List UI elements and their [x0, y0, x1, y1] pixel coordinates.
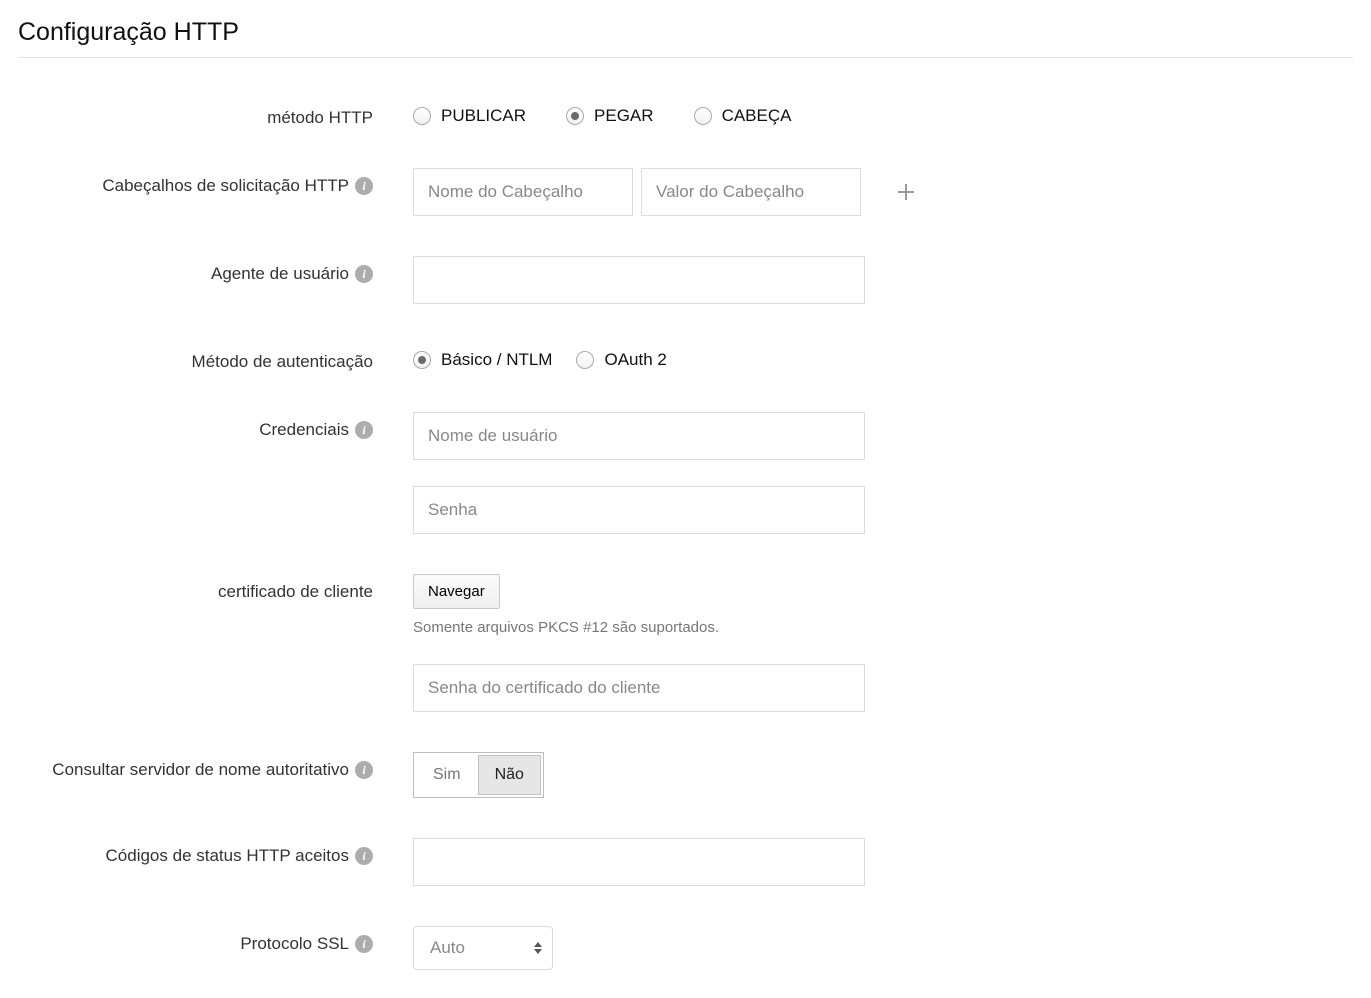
ssl-protocol-select[interactable]: Auto [413, 926, 553, 970]
page-title: Configuração HTTP [18, 18, 1353, 58]
header-value-input[interactable] [641, 168, 861, 216]
client-cert-hint: Somente arquivos PKCS #12 são suportados… [413, 619, 913, 636]
info-icon[interactable]: i [355, 847, 373, 865]
user-agent-input[interactable] [413, 256, 865, 304]
auth-method-label-text: Método de autenticação [192, 352, 373, 372]
http-method-head-option[interactable]: CABEÇA [694, 106, 792, 126]
http-headers-label: Cabeçalhos de solicitação HTTP i [18, 168, 413, 196]
client-cert-label-text: certificado de cliente [218, 582, 373, 602]
info-icon[interactable]: i [355, 935, 373, 953]
http-method-radio-group: PUBLICAR PEGAR CABEÇA [413, 100, 913, 126]
radio-label: Básico / NTLM [441, 350, 552, 370]
header-name-input[interactable] [413, 168, 633, 216]
radio-icon [694, 107, 712, 125]
radio-label: PEGAR [594, 106, 654, 126]
accepted-codes-input[interactable] [413, 838, 865, 886]
username-input[interactable] [413, 412, 865, 460]
plus-icon [897, 183, 915, 201]
radio-icon [576, 351, 594, 369]
client-cert-password-input[interactable] [413, 664, 865, 712]
accepted-codes-label-text: Códigos de status HTTP aceitos [106, 846, 349, 866]
user-agent-label-text: Agente de usuário [211, 264, 349, 284]
radio-icon [566, 107, 584, 125]
info-icon[interactable]: i [355, 265, 373, 283]
credentials-label: Credenciais i [18, 412, 413, 440]
authoritative-ns-label-text: Consultar servidor de nome autoritativo [52, 760, 349, 780]
radio-icon [413, 107, 431, 125]
select-caret-icon [534, 942, 542, 954]
http-headers-label-text: Cabeçalhos de solicitação HTTP [102, 176, 349, 196]
http-method-get-option[interactable]: PEGAR [566, 106, 654, 126]
auth-basic-option[interactable]: Básico / NTLM [413, 350, 552, 370]
ssl-protocol-label: Protocolo SSL i [18, 926, 413, 954]
radio-label: CABEÇA [722, 106, 792, 126]
authoritative-ns-yes[interactable]: Sim [416, 755, 478, 795]
ssl-protocol-selected: Auto [430, 938, 465, 958]
http-method-label-text: método HTTP [267, 108, 373, 128]
ssl-protocol-label-text: Protocolo SSL [240, 934, 349, 954]
radio-icon [413, 351, 431, 369]
authoritative-ns-toggle: Sim Não [413, 752, 544, 798]
credentials-label-text: Credenciais [259, 420, 349, 440]
accepted-codes-label: Códigos de status HTTP aceitos i [18, 838, 413, 866]
auth-method-radio-group: Básico / NTLM OAuth 2 [413, 344, 913, 370]
radio-label: OAuth 2 [604, 350, 666, 370]
user-agent-label: Agente de usuário i [18, 256, 413, 284]
add-header-button[interactable] [893, 179, 919, 205]
radio-label: PUBLICAR [441, 106, 526, 126]
authoritative-ns-label: Consultar servidor de nome autoritativo … [18, 752, 413, 780]
client-cert-label: certificado de cliente [18, 574, 413, 602]
auth-method-label: Método de autenticação [18, 344, 413, 372]
http-method-post-option[interactable]: PUBLICAR [413, 106, 526, 126]
auth-oauth2-option[interactable]: OAuth 2 [576, 350, 666, 370]
info-icon[interactable]: i [355, 421, 373, 439]
http-method-label: método HTTP [18, 100, 413, 128]
password-input[interactable] [413, 486, 865, 534]
info-icon[interactable]: i [355, 761, 373, 779]
form-area: método HTTP PUBLICAR PEGAR CABEÇA [18, 100, 1268, 970]
authoritative-ns-no[interactable]: Não [478, 755, 541, 795]
info-icon[interactable]: i [355, 177, 373, 195]
browse-button[interactable]: Navegar [413, 574, 500, 609]
